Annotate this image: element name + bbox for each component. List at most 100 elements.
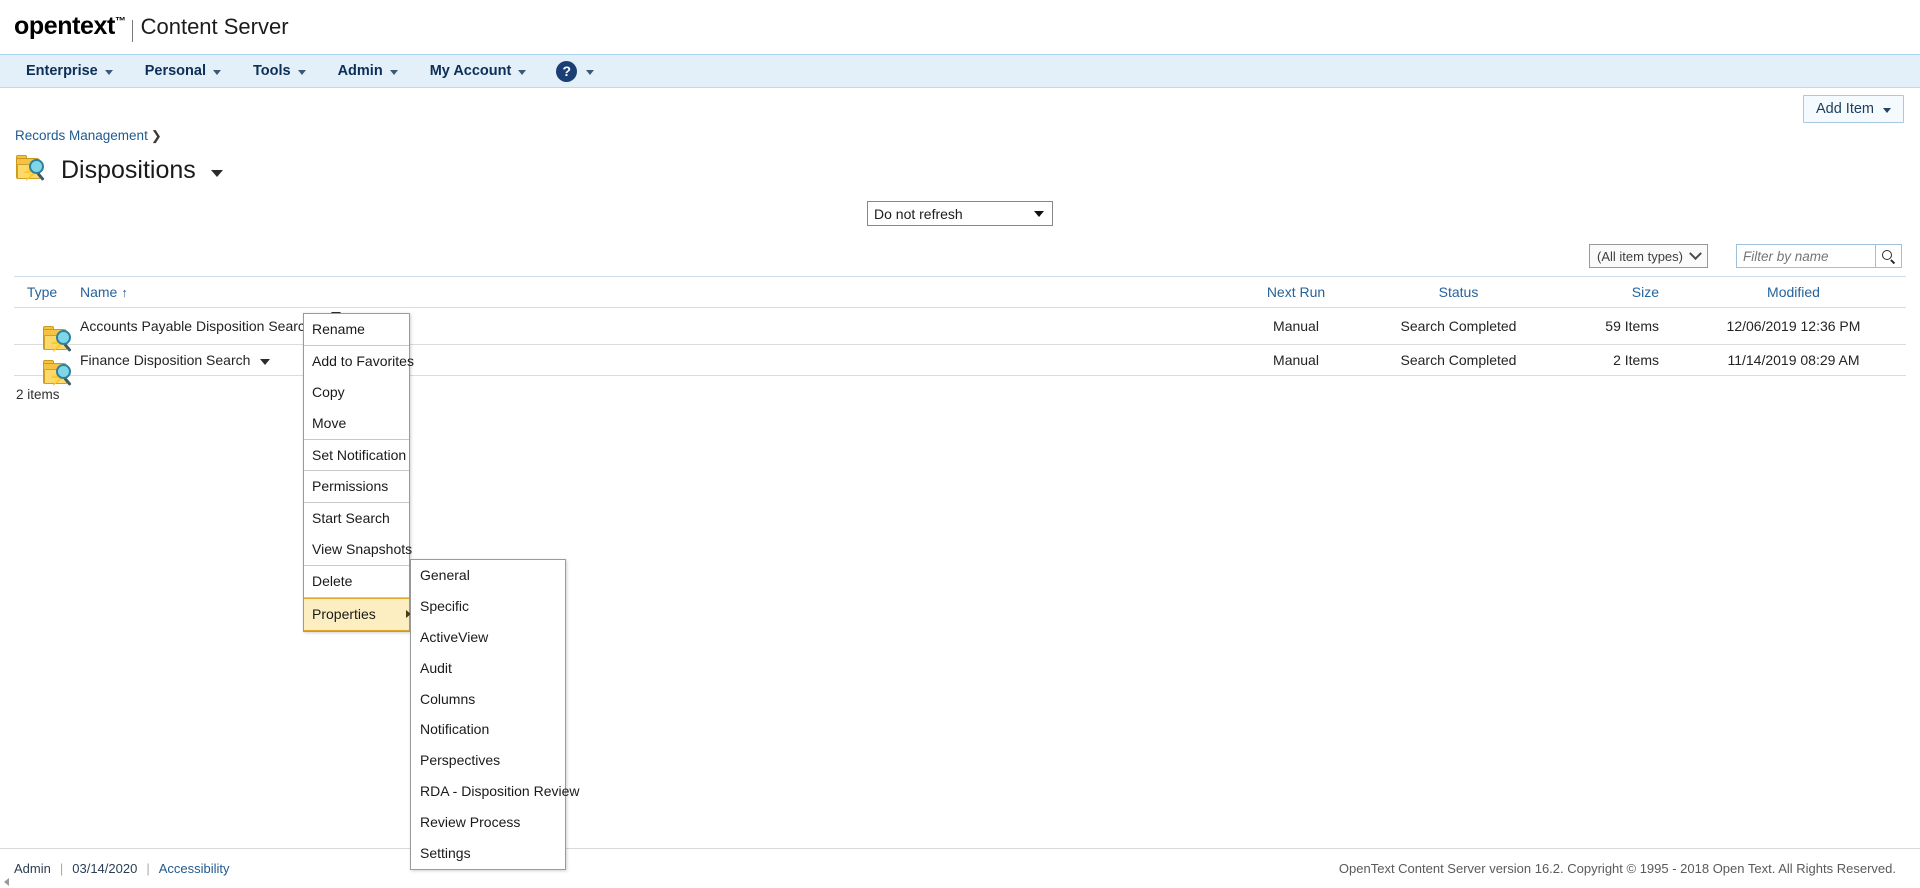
context-menu-item-move[interactable]: Move: [304, 408, 409, 440]
name-filter-group: [1736, 244, 1902, 268]
submenu-item-notification[interactable]: Notification: [411, 714, 565, 745]
row-name-cell: Finance Disposition Search: [70, 344, 1221, 376]
chevron-down-icon: [1689, 246, 1702, 260]
submenu-item-settings[interactable]: Settings: [411, 838, 565, 869]
row-context-menu: Rename Add to Favorites Copy Move Set No…: [303, 313, 414, 632]
submenu-item-label: Specific: [420, 597, 470, 614]
submenu-item-activeview[interactable]: ActiveView: [411, 622, 565, 653]
context-menu-item-start-search[interactable]: Start Search: [304, 503, 409, 534]
context-menu-item-permissions[interactable]: Permissions: [304, 471, 409, 504]
help-icon: ?: [556, 60, 578, 82]
global-menu-bar: Enterprise Personal Tools Admin My Accou…: [0, 54, 1920, 88]
context-menu-item-copy[interactable]: Copy: [304, 377, 409, 408]
submenu-item-label: Columns: [420, 690, 476, 707]
items-table-head: Type Name ↑ Next Run Status Size Modified: [14, 276, 1906, 308]
chevron-down-icon: [104, 69, 113, 75]
scroll-left-icon[interactable]: [4, 878, 9, 886]
submenu-item-specific[interactable]: Specific: [411, 591, 565, 622]
menu-tools[interactable]: Tools: [237, 54, 322, 88]
column-header-next-run-label: Next Run: [1266, 284, 1326, 300]
column-header-type[interactable]: Type: [14, 276, 70, 308]
row-name-cell: Accounts Payable Disposition Search: [70, 307, 1221, 345]
column-header-name[interactable]: Name ↑: [70, 276, 1221, 308]
context-menu-item-label: Set Notification: [312, 446, 407, 463]
trademark-symbol: ™: [114, 15, 126, 28]
chevron-down-icon: [212, 69, 221, 75]
row-name-link[interactable]: Accounts Payable Disposition Search: [80, 318, 313, 334]
column-header-size-label: Size: [1631, 284, 1659, 300]
column-header-status[interactable]: Status: [1371, 276, 1546, 308]
menu-my-account[interactable]: My Account: [414, 54, 543, 88]
column-header-next-run[interactable]: Next Run: [1221, 276, 1371, 308]
column-header-name-label: Name: [80, 284, 118, 300]
context-menu-item-label: Properties: [312, 606, 376, 623]
refresh-control-row: Do not refresh: [14, 201, 1906, 226]
item-type-filter-value: (All item types): [1597, 248, 1683, 264]
page-title-row: Dispositions: [14, 155, 1906, 185]
context-menu-item-view-snapshots[interactable]: View Snapshots: [304, 534, 413, 567]
refresh-interval-value: Do not refresh: [874, 205, 963, 222]
context-menu-item-label: Permissions: [312, 478, 389, 495]
menu-enterprise-label: Enterprise: [26, 63, 98, 79]
properties-submenu: General Specific ActiveView Audit Column…: [410, 559, 580, 870]
table-row[interactable]: Accounts Payable Disposition Search Manu…: [14, 307, 1906, 352]
chevron-down-icon: [1034, 211, 1044, 217]
submenu-item-label: Perspectives: [420, 752, 501, 769]
context-menu-item-delete[interactable]: Delete: [304, 566, 409, 599]
table-row[interactable]: Finance Disposition Search Manual Search…: [14, 344, 1906, 386]
context-menu-item-properties[interactable]: Properties: [304, 598, 411, 631]
column-header-type-label: Type: [26, 284, 58, 300]
chevron-down-icon: [1883, 107, 1891, 113]
menu-enterprise[interactable]: Enterprise: [10, 54, 129, 88]
column-header-modified[interactable]: Modified: [1681, 276, 1906, 308]
refresh-interval-select[interactable]: Do not refresh: [867, 201, 1053, 226]
submenu-item-label: RDA - Disposition Review: [420, 783, 580, 800]
item-type-filter-select[interactable]: (All item types): [1589, 244, 1708, 268]
context-menu-item-rename[interactable]: Rename: [304, 314, 409, 346]
chevron-down-icon: [297, 69, 306, 75]
submenu-item-review-process[interactable]: Review Process: [411, 807, 565, 838]
row-size-cell: 2 Items: [1546, 344, 1681, 376]
column-header-size[interactable]: Size: [1546, 276, 1681, 308]
chevron-down-icon[interactable]: [260, 358, 271, 365]
submenu-item-perspectives[interactable]: Perspectives: [411, 745, 565, 776]
context-menu-item-set-notification[interactable]: Set Notification: [304, 440, 409, 472]
page-footer: Admin | 03/14/2020 | Accessibility OpenT…: [0, 848, 1920, 888]
row-modified-cell: 12/06/2019 12:36 PM: [1681, 307, 1906, 345]
breadcrumb-separator: ❯: [150, 128, 162, 143]
menu-admin-label: Admin: [337, 63, 383, 79]
row-size-cell: 59 Items: [1546, 307, 1681, 345]
row-next-run-cell: Manual: [1221, 307, 1371, 345]
chevron-down-icon: [586, 69, 595, 75]
row-name-link[interactable]: Finance Disposition Search: [80, 352, 250, 368]
menu-help[interactable]: ?: [542, 54, 606, 88]
context-menu-item-label: View Snapshots: [312, 541, 413, 558]
footer-separator: |: [146, 861, 150, 876]
column-header-status-label: Status: [1438, 284, 1479, 300]
chevron-down-icon[interactable]: [210, 169, 223, 177]
items-table: Type Name ↑ Next Run Status Size Modified: [14, 276, 1906, 386]
submenu-item-columns[interactable]: Columns: [411, 684, 565, 715]
name-filter-input[interactable]: [1737, 245, 1875, 267]
context-menu-item-label: Add to Favorites: [312, 352, 414, 369]
menu-personal[interactable]: Personal: [129, 54, 237, 88]
filter-controls: (All item types): [14, 244, 1906, 268]
add-item-button[interactable]: Add Item: [1802, 95, 1904, 123]
search-button[interactable]: [1875, 245, 1901, 267]
context-menu-item-add-to-favorites[interactable]: Add to Favorites: [304, 346, 414, 377]
items-table-body: Accounts Payable Disposition Search Manu…: [14, 307, 1906, 386]
footer-copyright: OpenText Content Server version 16.2. Co…: [1338, 861, 1896, 876]
footer-left-group: Admin | 03/14/2020 | Accessibility: [0, 861, 230, 876]
app-name: Content Server: [140, 13, 289, 39]
footer-accessibility-link[interactable]: Accessibility: [159, 861, 230, 876]
menu-admin[interactable]: Admin: [322, 54, 414, 88]
table-header-row: Type Name ↑ Next Run Status Size Modified: [14, 276, 1906, 308]
breadcrumb-item-records-management[interactable]: Records Management: [15, 128, 148, 143]
submenu-item-rda-disposition-review[interactable]: RDA - Disposition Review: [411, 776, 580, 807]
submenu-item-general[interactable]: General: [411, 560, 565, 591]
submenu-item-audit[interactable]: Audit: [411, 653, 565, 684]
opentext-logo: opentext™: [14, 12, 126, 41]
add-item-label: Add Item: [1815, 101, 1874, 117]
breadcrumb: Records Management ❯: [14, 128, 1906, 144]
sort-ascending-icon: ↑: [121, 285, 128, 300]
